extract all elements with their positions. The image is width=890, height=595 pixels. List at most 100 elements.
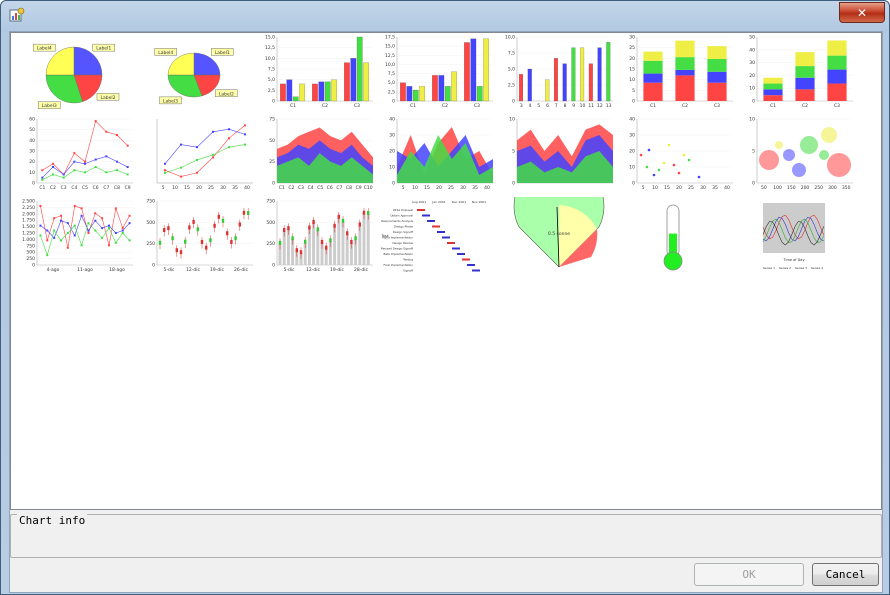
- candle-body: [230, 239, 233, 244]
- tick-label: 40: [749, 47, 755, 53]
- title-bar[interactable]: ✕: [1, 1, 889, 29]
- series-line: [42, 166, 128, 181]
- stacked-bar-segment: [707, 71, 727, 83]
- pie-slice: [193, 52, 221, 76]
- chart-thumbnail[interactable]: 0 2,5 5,0 7,5 10,0 12,5 15,0 17,5 C1 C2 C3: [379, 33, 497, 113]
- candle-body: [242, 210, 246, 215]
- pie-slice: [167, 52, 195, 76]
- candle-body: [188, 225, 191, 230]
- gantt-bar: [472, 269, 480, 272]
- tick-label: C4: [308, 185, 314, 191]
- thermo-bulb: [663, 251, 683, 271]
- chart-svg: 0 5 10: [509, 117, 613, 187]
- chart-thumbnail[interactable]: 0 5 10 50 100 150 200 250 300 350: [739, 115, 857, 195]
- tick-label: 4: [529, 103, 532, 109]
- tick-label: 15: [629, 67, 635, 73]
- tick-label: 5: [162, 185, 165, 191]
- bar: [331, 79, 337, 102]
- chart-svg: 0 2,5 5,0 7,5 10,0 3 4 5 6 7 8 9 10 11 12 13: [505, 35, 613, 109]
- candle-body: [304, 239, 307, 244]
- candle-body: [346, 231, 349, 236]
- chart-thumbnail[interactable]: 0 250 500 750 5-dic 12-dic 19-dic 26-dic: [139, 197, 257, 277]
- chart-thumbnail[interactable]: 0 10 20 30 40 50 C1 C2 C3: [739, 33, 857, 113]
- tick-label: 15,0: [265, 35, 275, 41]
- chart-thumbnail[interactable]: 5 10 15 20 25 30 35 40: [139, 115, 257, 195]
- chart-thumbnail[interactable]: 0 10 20 30 40 5 10 15 20 25 30 35 40: [379, 115, 497, 195]
- chart-thumbnail[interactable]: Time of Day Series 1 Series 2 Series 3 Serie…: [739, 197, 857, 277]
- candle-body: [283, 228, 286, 233]
- tick-label: 30: [749, 60, 755, 66]
- tick-label: 500: [146, 220, 155, 226]
- chart-thumbnail[interactable]: 0.5 sonne: [499, 197, 617, 277]
- candle-body: [192, 219, 195, 224]
- tick-label: 26-dic: [234, 267, 248, 273]
- task-label: Design Phase: [394, 225, 413, 229]
- tick-label: 20: [436, 185, 442, 191]
- gantt-bar: [457, 253, 465, 255]
- candle-body: [209, 238, 212, 243]
- chart-thumbnail[interactable]: Task Aug 2001 Jan 2001 Dec 2001 Nov 2001 Writ…: [379, 197, 497, 277]
- bubble: [819, 150, 829, 160]
- bar: [597, 47, 602, 102]
- tick-label: 250: [146, 241, 155, 247]
- candle-body: [238, 222, 241, 227]
- chart-thumbnail[interactable]: 0 25 50 75 C1 C2 C3 C4 C5 C6 C7 C8 C9 C10: [259, 115, 377, 195]
- axis-title: Time of Day: [782, 258, 804, 262]
- tick-label: 35: [712, 185, 718, 191]
- chart-thumbnail[interactable]: 0 250 500 750 1.000 1.250 1.500 1.750 2.000 2.250…: [19, 197, 137, 277]
- chart-svg: 0 250 500 750 5-dic 12-dic 19-dic 28-dic: [266, 199, 373, 273]
- volume-bar: [341, 221, 345, 265]
- chart-thumbnail[interactable]: 0 2,5 5,0 7,5 10,0 3 4 5 6 7 8 9 10 11 12 13: [499, 33, 617, 113]
- chart-thumbnail[interactable]: Label1 Label2 Label3 Label4: [139, 33, 257, 113]
- close-button[interactable]: ✕: [839, 2, 885, 23]
- tick-label: C2: [442, 103, 448, 109]
- chart-thumbnail[interactable]: 0 10 20 30 40 50 60 C1 C2 C3 C4 C5 C6 C7 C8 C9: [19, 115, 137, 195]
- volume-bar: [337, 217, 341, 265]
- gantt-bar: [442, 236, 450, 239]
- tick-label: 5: [632, 88, 635, 94]
- tick-label: C5: [82, 185, 88, 191]
- tick-label: C3: [834, 103, 840, 109]
- stacked-bar-segment: [675, 75, 695, 101]
- series-line: [42, 120, 128, 175]
- tick-label: 12: [597, 103, 603, 109]
- tick-label: 25: [448, 185, 454, 191]
- chart-thumbnail[interactable]: 0 2,5 5,0 7,5 10,0 12,5 15,0 C1 C2 C3: [259, 33, 377, 113]
- chart-svg: 0 5 10 50 100 150 200 250 300 350: [749, 117, 853, 191]
- ok-button[interactable]: OK: [694, 563, 804, 586]
- stacked-bar-segment: [827, 40, 847, 56]
- bubble: [800, 136, 818, 154]
- gantt-bar: [452, 247, 460, 250]
- tick-label: 9: [572, 103, 575, 109]
- chart-thumbnail[interactable]: [619, 197, 737, 277]
- candle-body: [196, 227, 199, 232]
- tick-label: 10,0: [385, 62, 395, 68]
- chart-svg: TaskAug 2001 Jan 2001 Dec 2001 Nov 2001Writ…: [380, 200, 487, 273]
- chart-svg: 0 5 10 15 20 25 30 C1 C2 C3: [629, 35, 733, 109]
- chart-thumbnail[interactable]: Label1 Label2 Label3 Label4: [19, 33, 137, 113]
- chart-thumbnail[interactable]: 0 10 20 30 40 5 10 15 20 25 30 35 40: [619, 115, 737, 195]
- chart-thumbnail[interactable]: 0 5 10: [499, 115, 617, 195]
- tick-label: C2: [50, 185, 56, 191]
- tick-label: 300: [828, 185, 837, 191]
- chart-thumbnail[interactable]: 0 5 10 15 20 25 30 C1 C2 C3: [619, 33, 737, 113]
- tick-label: C2: [682, 103, 688, 109]
- chart-thumbnail[interactable]: 0 250 500 750 5-dic 12-dic 19-dic 28-dic: [259, 197, 377, 277]
- tick-label: 0: [752, 181, 755, 187]
- task-label: Write Proposal: [393, 208, 413, 212]
- tick-label: 5: [752, 149, 755, 155]
- tick-label: 10: [509, 117, 515, 123]
- cancel-button[interactable]: Cancel: [812, 563, 879, 586]
- pie-label: Label1: [215, 50, 230, 56]
- tick-label: 50: [761, 185, 767, 191]
- stacked-bar-segment: [643, 60, 663, 74]
- scatter-point: [652, 173, 656, 177]
- chart-gallery[interactable]: Label1 Label2 Label3 Label4 Label1 Label2 Labe…: [10, 32, 882, 510]
- stacked-bar-segment: [827, 55, 847, 70]
- candle-body: [299, 250, 303, 255]
- tick-label: 10: [580, 103, 586, 109]
- chart-svg: 0 10 20 30 40 50 C1 C2 C3: [749, 35, 853, 109]
- tick-label: 20: [749, 73, 755, 79]
- tick-label: Nov 2001: [472, 200, 487, 204]
- tick-label: 10: [412, 185, 418, 191]
